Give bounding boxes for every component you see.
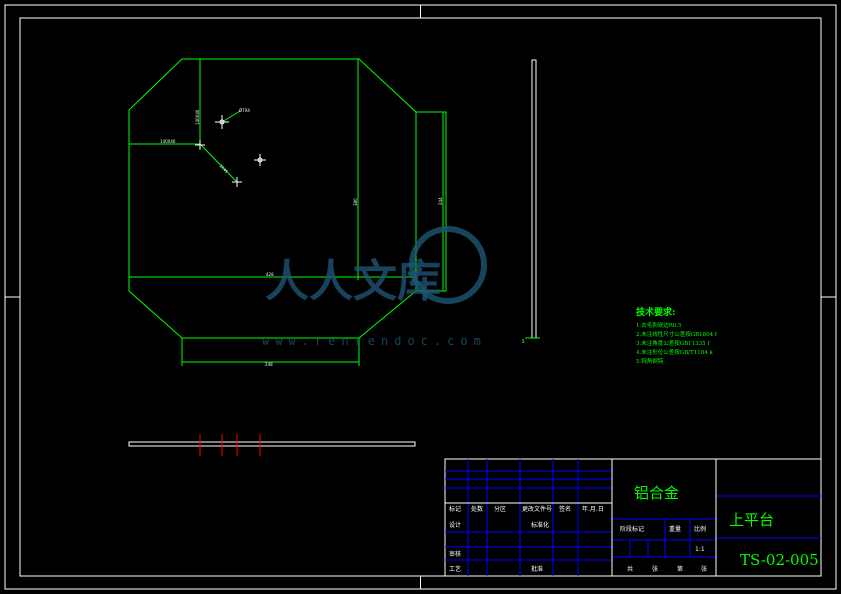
dim-hole-diameter: Ø7X4 (239, 108, 250, 113)
dim-vertical-offset: 140X40 (195, 109, 200, 125)
scale-value: 1:1 (695, 546, 705, 553)
rev-label-mark: 标记 (449, 505, 461, 513)
chamfer-leader (199, 143, 238, 183)
hole-marker (215, 115, 229, 129)
title-block: 标记 处数 分区 更改文件号 签名 年.月.日 设计 标准化 审核 工艺 批准 … (444, 458, 822, 577)
stage-header: 阶段标记 (620, 525, 644, 533)
material-text: 铝合金 (634, 484, 679, 502)
standardize-label: 标准化 (531, 521, 549, 529)
dim-bottom-width: 248 (265, 362, 273, 367)
sheet-unit-label: 张 (652, 565, 658, 573)
sheet-unit-label: 张 (701, 565, 707, 573)
sheet-index-label: 第 (677, 565, 683, 573)
approve-label: 批准 (531, 565, 543, 573)
tech-req-title: 技术要求: (636, 306, 675, 318)
drawing-number-text: TS-02-005 (740, 551, 819, 569)
scale-header: 比例 (694, 525, 706, 533)
tech-req-item: 4.未注形位公差按GB/T1184 k (636, 348, 713, 356)
dim-horizontal-offset: 140X40 (160, 139, 176, 144)
rev-label-doc: 更改文件号 (522, 505, 552, 513)
tech-req-item: 1.去毛刺锐边R0.5 (636, 321, 682, 329)
tech-req-item: 3.未注角度公差按GB11335 f (636, 339, 710, 347)
rev-label-zone: 分区 (494, 505, 506, 513)
weight-header: 重量 (669, 525, 681, 533)
watermark: 人人文库 www.renrendoc.com (262, 226, 487, 348)
hole-markers (195, 115, 266, 187)
side-view-thickness: 5 (522, 339, 525, 344)
dim-tab-height: 244 (438, 197, 443, 205)
plate-side-view (525, 59, 540, 339)
dim-height: 380 (353, 198, 358, 206)
technical-requirements: 技术要求: 1.去毛刺锐边R0.5 2.未注线性尺寸公差按GB1804 f 3.… (636, 306, 718, 365)
sheet-total-label: 共 (627, 565, 633, 573)
hole-leader (221, 110, 241, 123)
hole-marker (195, 140, 205, 150)
design-label: 设计 (449, 521, 461, 529)
watermark-text: 人人文库 (265, 256, 441, 307)
watermark-url: www.renrendoc.com (262, 334, 487, 348)
tech-req-item: 5.钝角倒钝 (636, 357, 664, 365)
process-label: 工艺 (449, 565, 461, 573)
rev-label-sign: 签名 (559, 505, 571, 513)
cad-drawing-sheet: Ø7X4 140X40 140X40 2X45 380 428 244 248 … (4, 4, 837, 590)
part-name-text: 上平台 (729, 511, 774, 529)
hole-marker (254, 154, 266, 166)
plate-top-view (128, 58, 447, 366)
plate-edge-view (128, 434, 416, 456)
tech-req-item: 2.未注线性尺寸公差按GB1804 f (636, 330, 718, 338)
rev-label-count: 处数 (471, 505, 483, 513)
rev-label-date: 年.月.日 (582, 505, 604, 513)
review-label: 审核 (449, 550, 461, 558)
